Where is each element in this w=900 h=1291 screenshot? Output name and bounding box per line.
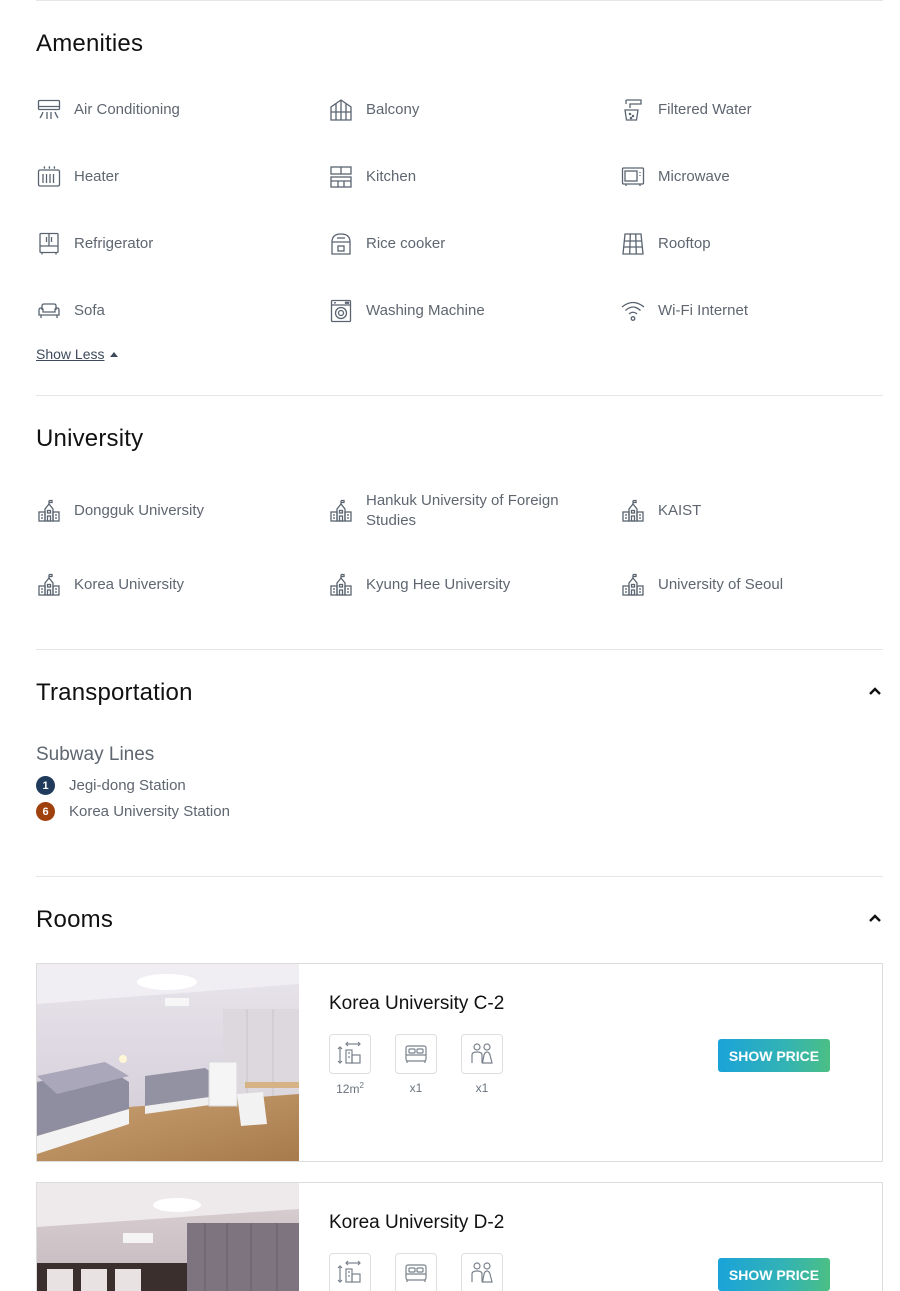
room-occupants-feature xyxy=(461,1253,503,1291)
washing-machine-icon xyxy=(328,298,354,324)
room-area-icon xyxy=(329,1034,371,1074)
amenity-label: Air Conditioning xyxy=(74,101,180,118)
school-building-icon xyxy=(620,572,646,598)
refrigerator-icon xyxy=(36,231,62,257)
subway-line-badge: 1 xyxy=(36,776,55,795)
amenity-rooftop: Rooftop xyxy=(620,231,711,257)
amenity-air-conditioning: Air Conditioning xyxy=(36,97,180,123)
amenity-label: Rooftop xyxy=(658,235,711,252)
university-label: Hankuk University of Foreign Studies xyxy=(366,492,559,529)
transportation-divider xyxy=(36,876,883,877)
air-conditioner-icon xyxy=(36,97,62,123)
university-item: Kyung Hee University xyxy=(328,572,510,598)
amenity-washing-machine: Washing Machine xyxy=(328,298,485,324)
top-divider xyxy=(36,0,883,1)
room-name[interactable]: Korea University D-2 xyxy=(329,1212,504,1234)
university-label: Dongguk University xyxy=(74,502,205,519)
university-label: KAIST xyxy=(658,502,702,519)
amenity-filtered-water: Filtered Water xyxy=(620,97,752,123)
rooftop-icon xyxy=(620,231,646,257)
university-label: Korea University xyxy=(74,576,185,593)
show-price-button[interactable]: SHOW PRICE xyxy=(718,1258,830,1291)
room-area-feature: 12m2 xyxy=(329,1034,371,1096)
amenity-rice-cooker: Rice cooker xyxy=(328,231,445,257)
room-area-feature xyxy=(329,1253,371,1291)
amenity-label: Microwave xyxy=(658,168,730,185)
kitchen-icon xyxy=(328,164,354,190)
amenity-balcony: Balcony xyxy=(328,97,419,123)
amenity-wifi: Wi-Fi Internet xyxy=(620,298,748,324)
university-item: Korea University xyxy=(36,572,184,598)
show-less-link[interactable]: Show Less xyxy=(36,346,119,362)
amenity-label: Filtered Water xyxy=(658,101,752,118)
sofa-icon xyxy=(36,298,62,324)
subway-station: 6 Korea University Station xyxy=(36,802,230,821)
room-occupants-feature: x1 xyxy=(461,1034,503,1095)
amenity-label: Wi-Fi Internet xyxy=(658,302,749,319)
amenity-label: Refrigerator xyxy=(74,235,154,252)
station-name: Korea University Station xyxy=(69,803,230,820)
amenity-label: Sofa xyxy=(74,302,105,319)
amenity-label: Balcony xyxy=(366,101,420,118)
amenity-label: Rice cooker xyxy=(366,235,446,252)
university-label: University of Seoul xyxy=(658,576,784,593)
university-label: Kyung Hee University xyxy=(366,576,511,593)
heater-icon xyxy=(36,164,62,190)
show-less-label: Show Less xyxy=(36,346,105,362)
university-item: Hankuk University of Foreign Studies xyxy=(328,491,588,531)
amenity-sofa: Sofa xyxy=(36,298,105,324)
room-occupants-value: x1 xyxy=(475,1081,489,1095)
transportation-collapse-chevron-icon[interactable] xyxy=(867,683,883,699)
transportation-title: Transportation xyxy=(36,679,193,706)
subway-station: 1 Jegi-dong Station xyxy=(36,776,186,795)
amenity-kitchen: Kitchen xyxy=(328,164,416,190)
university-divider xyxy=(36,649,883,650)
amenity-label: Washing Machine xyxy=(366,302,485,319)
university-item: University of Seoul xyxy=(620,572,783,598)
caret-up-icon xyxy=(110,351,119,357)
room-photo[interactable] xyxy=(37,964,299,1161)
university-item: Dongguk University xyxy=(36,498,204,524)
room-card[interactable]: Korea University D-2 SHOW PRICE xyxy=(36,1182,883,1291)
bed-icon xyxy=(395,1034,437,1074)
school-building-icon xyxy=(328,572,354,598)
university-item: KAIST xyxy=(620,498,701,524)
show-price-button[interactable]: SHOW PRICE xyxy=(718,1039,830,1072)
room-beds-feature: x1 xyxy=(395,1034,437,1095)
wifi-icon xyxy=(620,298,646,324)
room-name[interactable]: Korea University C-2 xyxy=(329,993,504,1015)
room-card[interactable]: Korea University C-2 12m2 x1 x1 SHOW PRI… xyxy=(36,963,883,1162)
bed-icon xyxy=(395,1253,437,1291)
room-area-value: 12m2 xyxy=(336,1081,364,1096)
rooms-collapse-chevron-icon[interactable] xyxy=(867,910,883,926)
water-filter-icon xyxy=(620,97,646,123)
room-photo[interactable] xyxy=(37,1183,299,1291)
school-building-icon xyxy=(328,498,354,524)
amenities-title: Amenities xyxy=(36,30,144,57)
room-beds-value: x1 xyxy=(409,1081,423,1095)
school-building-icon xyxy=(36,572,62,598)
subway-lines-heading: Subway Lines xyxy=(36,744,155,765)
balcony-icon xyxy=(328,97,354,123)
school-building-icon xyxy=(36,498,62,524)
microwave-icon xyxy=(620,164,646,190)
amenity-heater: Heater xyxy=(36,164,119,190)
station-name: Jegi-dong Station xyxy=(69,777,186,794)
school-building-icon xyxy=(620,498,646,524)
rooms-title: Rooms xyxy=(36,906,114,933)
amenities-divider xyxy=(36,395,883,396)
rice-cooker-icon xyxy=(328,231,354,257)
amenity-label: Kitchen xyxy=(366,168,417,185)
people-icon xyxy=(461,1034,503,1074)
amenity-microwave: Microwave xyxy=(620,164,730,190)
amenity-label: Heater xyxy=(74,168,120,185)
university-title: University xyxy=(36,425,144,452)
people-icon xyxy=(461,1253,503,1291)
room-beds-feature xyxy=(395,1253,437,1291)
subway-line-badge: 6 xyxy=(36,802,55,821)
amenity-refrigerator: Refrigerator xyxy=(36,231,153,257)
room-area-icon xyxy=(329,1253,371,1291)
